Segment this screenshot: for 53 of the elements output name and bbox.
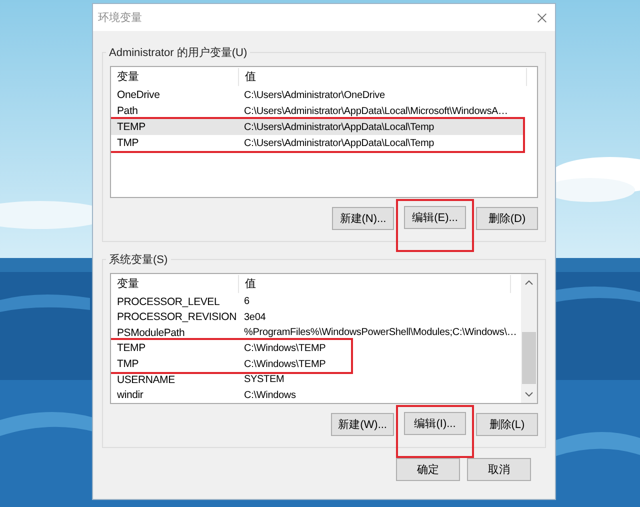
table-cell-text: TMP xyxy=(116,137,140,149)
close-icon[interactable] xyxy=(537,12,547,22)
table-cell-text: OneDrive xyxy=(116,89,161,101)
table-cell-text: windir xyxy=(116,389,144,402)
table-cell-text: PROCESSOR_LEVEL xyxy=(116,296,221,308)
table-cell-text: C:\Users\Administrator\AppData\Local\Temp xyxy=(243,138,434,148)
scroll-thumb[interactable] xyxy=(522,332,536,384)
table-cell-text: C:\Windows\TEMP xyxy=(243,342,326,354)
table-cell-text: C:\Users\Administrator\AppData\Local\Microsoft\WindowsA… xyxy=(243,106,508,116)
table-cell-text: 3e04 xyxy=(243,312,266,323)
column-header[interactable]: 变量 xyxy=(111,275,239,293)
dialog-button[interactable]: 编辑(E)... xyxy=(404,206,466,229)
table-cell-text: PSModulePath xyxy=(116,326,186,339)
table-cell-text: C:\Windows\TEMP xyxy=(243,358,326,370)
list-row[interactable]: TMP C:\Windows\TEMP xyxy=(111,356,351,372)
table-cell-text: %ProgramFiles%\WindowsPowerShell\Modules;C:\Windows\… xyxy=(243,327,517,338)
list-row[interactable]: windir C:\Windows xyxy=(111,388,521,403)
scroll-down-icon[interactable] xyxy=(525,392,533,397)
list-row[interactable]: PSModulePath %ProgramFiles%\WindowsPowerShell\Modules;C:\Windows\… xyxy=(111,324,521,340)
column-header[interactable]: 值 xyxy=(239,275,511,293)
dialog-button[interactable]: 确定 xyxy=(396,458,460,481)
table-cell-text: SYSTEM xyxy=(243,374,284,386)
table-cell-text: Path xyxy=(116,105,139,117)
list-row[interactable]: USERNAME SYSTEM xyxy=(111,372,521,388)
group-label: 系统变量(S) xyxy=(108,252,169,267)
list-row[interactable]: TEMP C:\Windows\TEMP xyxy=(111,340,351,356)
table-cell-text: TMP xyxy=(116,358,140,370)
table-cell-text: C:\Users\Administrator\AppData\Local\Temp xyxy=(243,122,434,132)
scrollbar[interactable] xyxy=(521,274,537,403)
table-cell-text: USERNAME xyxy=(116,374,176,386)
table-cell-text: C:\Users\Administrator\OneDrive xyxy=(243,90,385,100)
column-header[interactable]: 值 xyxy=(239,68,527,86)
list-row[interactable]: Path C:\Users\Administrator\AppData\Local\Microsoft\WindowsA… xyxy=(111,103,537,119)
list-row[interactable]: TMP C:\Users\Administrator\AppData\Local\Temp xyxy=(111,135,523,151)
dialog-button[interactable]: 删除(L) xyxy=(476,413,538,436)
list-row[interactable]: TEMP C:\Users\Administrator\AppData\Local\Temp xyxy=(111,119,523,135)
table-cell-text: PROCESSOR_REVISION xyxy=(116,311,238,324)
table-cell-text: TEMP xyxy=(116,342,146,354)
list-row[interactable]: PROCESSOR_REVISION 3e04 xyxy=(111,309,521,325)
list-row[interactable]: PROCESSOR_LEVEL 6 xyxy=(111,294,521,310)
dialog-button[interactable]: 取消 xyxy=(467,458,531,481)
table-cell-text: TEMP xyxy=(116,121,146,133)
dialog-button[interactable]: 新建(W)... xyxy=(331,413,394,436)
list-row[interactable]: OneDrive C:\Users\Administrator\OneDrive xyxy=(111,87,537,103)
dialog-button[interactable]: 删除(D) xyxy=(476,207,538,230)
table-cell-text: C:\Windows xyxy=(243,390,296,401)
dialog-button[interactable]: 编辑(I)... xyxy=(404,412,466,435)
dialog-button[interactable]: 新建(N)... xyxy=(332,207,394,230)
table-cell-text: 6 xyxy=(243,296,250,308)
scroll-up-icon[interactable] xyxy=(525,280,533,285)
group-label: Administrator 的用户变量(U) xyxy=(108,46,248,60)
window-title: 环境变量 xyxy=(98,10,142,25)
column-header[interactable]: 变量 xyxy=(111,68,239,86)
